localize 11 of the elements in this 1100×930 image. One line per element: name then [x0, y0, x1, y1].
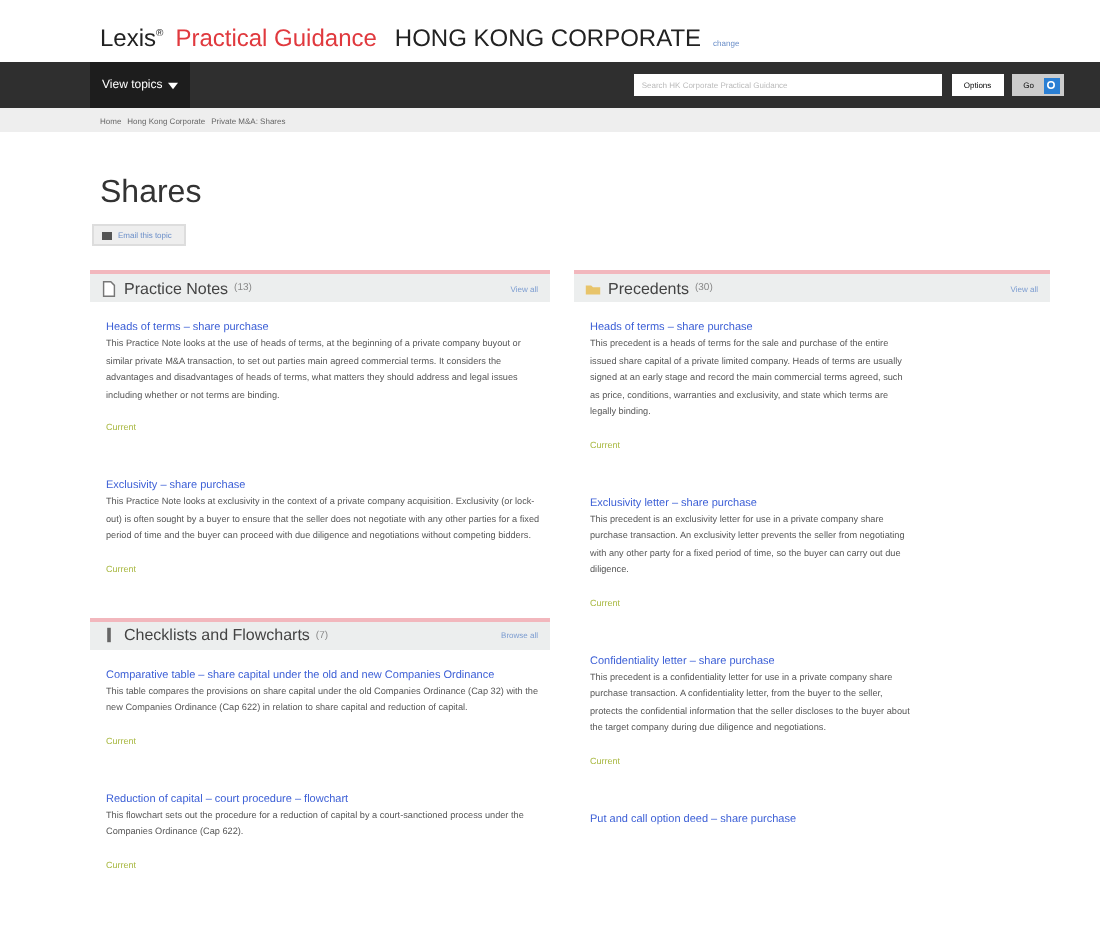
section-title: Checklists and Flowcharts	[124, 626, 310, 644]
module-name: HONG KONG CORPORATE	[394, 24, 702, 52]
search-icon	[1044, 77, 1060, 93]
caret-icon	[168, 81, 179, 89]
brand-logo: Lexis$^{®}$	[100, 24, 164, 52]
section-title: Practice Notes	[124, 279, 229, 297]
page-title: Shares	[100, 176, 204, 212]
section-title: Precedents	[608, 279, 689, 297]
document-icon	[100, 279, 118, 297]
folder-icon	[584, 279, 602, 297]
product-name: Practical Guidance	[175, 24, 377, 52]
